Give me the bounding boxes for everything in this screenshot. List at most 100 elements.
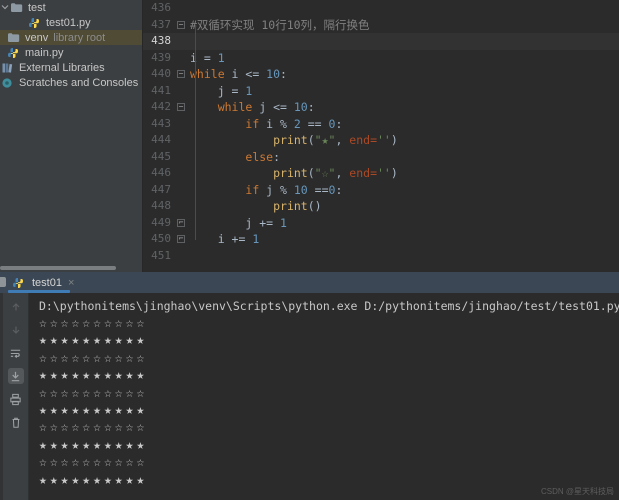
line-number-437[interactable]: 437 <box>143 17 173 34</box>
project-item-test[interactable]: test <box>0 0 142 15</box>
gutter-fold-column <box>173 0 190 17</box>
code-line-448[interactable]: 448 print() <box>143 198 619 215</box>
code-line-436[interactable]: 436 <box>143 0 619 17</box>
project-item-scratches-and-consoles[interactable]: Scratches and Consoles <box>0 75 142 90</box>
code-line-438[interactable]: 438 <box>143 33 619 50</box>
code-line-439[interactable]: 439i = 1 <box>143 50 619 67</box>
line-number-445[interactable]: 445 <box>143 149 173 166</box>
code-line-440[interactable]: 440−while i <= 10: <box>143 66 619 83</box>
close-tab-icon[interactable]: × <box>68 277 74 289</box>
project-item-label: test <box>28 2 46 14</box>
run-tab-test01[interactable]: test01 × <box>0 272 80 293</box>
program-output: ☆☆☆☆☆☆☆☆☆☆★★★★★★★★★★☆☆☆☆☆☆☆☆☆☆★★★★★★★★★★… <box>39 315 611 489</box>
token-plain: ) <box>391 133 398 147</box>
token-plain: : <box>280 67 287 81</box>
gutter-fold-column <box>173 182 190 199</box>
run-tab-bar: test01 × <box>0 272 619 293</box>
project-item-label: test01.py <box>46 17 91 29</box>
fold-end-icon[interactable]: ⌐ <box>177 219 185 227</box>
project-item-venv[interactable]: venvlibrary root <box>0 30 142 45</box>
gutter-fold-column: ⌐ <box>173 231 190 248</box>
fold-start-icon[interactable]: − <box>177 70 185 78</box>
up-arrow-icon[interactable] <box>8 299 24 315</box>
line-number-441[interactable]: 441 <box>143 83 173 100</box>
line-number-444[interactable]: 444 <box>143 132 173 149</box>
project-item-main-py[interactable]: main.py <box>0 45 142 60</box>
code-line-441[interactable]: 441 j = 1 <box>143 83 619 100</box>
code-text: else: <box>190 149 280 166</box>
gutter-fold-column <box>173 165 190 182</box>
gutter-fold-column <box>173 248 190 265</box>
code-line-444[interactable]: 444 print("★", end='') <box>143 132 619 149</box>
code-text: print("★", end='') <box>190 132 398 149</box>
code-line-450[interactable]: 450⌐ i += 1 <box>143 231 619 248</box>
code-line-451[interactable]: 451 <box>143 248 619 265</box>
soft-wrap-icon[interactable] <box>8 345 24 361</box>
top-section: testtest01.pyvenvlibrary rootmain.pyExte… <box>0 0 619 272</box>
line-number-442[interactable]: 442 <box>143 99 173 116</box>
output-row: ☆☆☆☆☆☆☆☆☆☆ <box>39 350 611 367</box>
code-line-437[interactable]: 437−#双循环实现 10行10列，隔行换色 <box>143 17 619 34</box>
gutter-fold-column <box>173 83 190 100</box>
code-text: j = 1 <box>190 83 252 100</box>
code-line-442[interactable]: 442− while j <= 10: <box>143 99 619 116</box>
token-num: 1 <box>245 84 252 98</box>
code-text: print("☆", end='') <box>190 165 398 182</box>
token-plain: j % <box>259 183 294 197</box>
line-number-443[interactable]: 443 <box>143 116 173 133</box>
token-num: 1 <box>252 232 259 246</box>
line-number-447[interactable]: 447 <box>143 182 173 199</box>
folder-icon <box>7 32 21 44</box>
scroll-to-end-icon[interactable] <box>8 368 24 384</box>
project-horizontal-scrollbar[interactable] <box>0 266 116 270</box>
token-plain: () <box>308 199 322 213</box>
token-plain: : <box>273 150 280 164</box>
gutter-fold-column <box>173 33 190 50</box>
code-editor[interactable]: 436437−#双循环实现 10行10列，隔行换色438439i = 1440−… <box>143 0 619 272</box>
scratches-icon <box>1 77 15 89</box>
gutter-fold-column <box>173 50 190 67</box>
line-number-440[interactable]: 440 <box>143 66 173 83</box>
project-tree: testtest01.pyvenvlibrary rootmain.pyExte… <box>0 0 142 90</box>
token-plain: ( <box>308 133 315 147</box>
token-plain: ) <box>391 166 398 180</box>
code-line-449[interactable]: 449⌐ j += 1 <box>143 215 619 232</box>
token-plain: j += <box>190 216 280 230</box>
code-line-446[interactable]: 446 print("☆", end='') <box>143 165 619 182</box>
token-plain: : <box>335 117 342 131</box>
token-fn: print <box>273 199 308 213</box>
print-icon[interactable] <box>8 391 24 407</box>
line-number-436[interactable]: 436 <box>143 0 173 17</box>
project-item-test01-py[interactable]: test01.py <box>0 15 142 30</box>
project-item-label: venv <box>25 32 48 44</box>
token-plain <box>190 150 245 164</box>
line-number-449[interactable]: 449 <box>143 215 173 232</box>
gutter-fold-column: ⌐ <box>173 215 190 232</box>
output-row: ☆☆☆☆☆☆☆☆☆☆ <box>39 419 611 436</box>
clear-console-icon[interactable] <box>8 414 24 430</box>
fold-end-icon[interactable]: ⌐ <box>177 235 185 243</box>
project-item-label: Scratches and Consoles <box>19 77 138 89</box>
line-number-439[interactable]: 439 <box>143 50 173 67</box>
fold-start-icon[interactable]: − <box>177 103 185 111</box>
output-row: ★★★★★★★★★★ <box>39 367 611 384</box>
line-number-450[interactable]: 450 <box>143 231 173 248</box>
token-str: '' <box>377 166 391 180</box>
line-number-448[interactable]: 448 <box>143 198 173 215</box>
line-number-446[interactable]: 446 <box>143 165 173 182</box>
project-item-external-libraries[interactable]: External Libraries <box>0 60 142 75</box>
code-line-443[interactable]: 443 if i % 2 == 0: <box>143 116 619 133</box>
token-fn: print <box>273 166 308 180</box>
output-row: ★★★★★★★★★★ <box>39 332 611 349</box>
code-line-447[interactable]: 447 if j % 10 ==0: <box>143 182 619 199</box>
line-number-438[interactable]: 438 <box>143 33 173 50</box>
console-output-area[interactable]: D:\pythonitems\jinghao\venv\Scripts\pyth… <box>29 293 619 500</box>
token-comment: #双循环实现 10行10列，隔行换色 <box>190 18 370 32</box>
chevron-down-icon[interactable] <box>1 3 10 13</box>
fold-start-icon[interactable]: − <box>177 21 185 29</box>
token-plain <box>190 199 273 213</box>
code-line-445[interactable]: 445 else: <box>143 149 619 166</box>
down-arrow-icon[interactable] <box>8 322 24 338</box>
token-plain: , <box>335 166 349 180</box>
line-number-451[interactable]: 451 <box>143 248 173 265</box>
